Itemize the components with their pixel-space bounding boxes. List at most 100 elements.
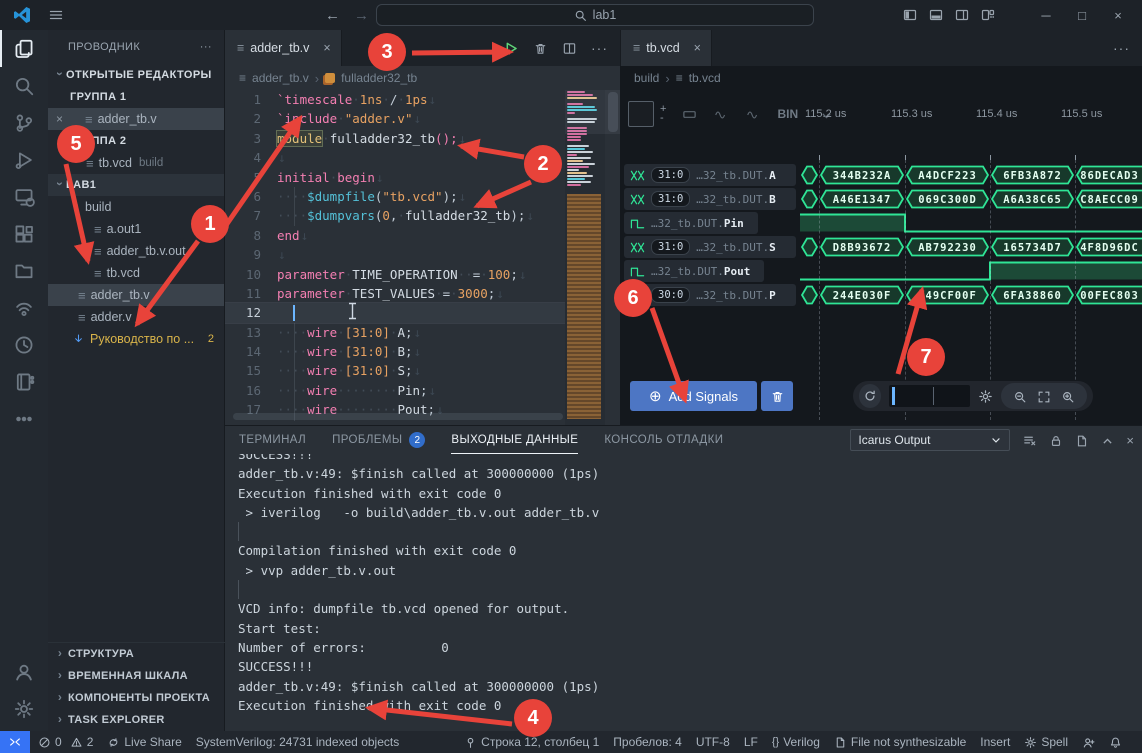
signal-row-pin[interactable]: …32_tb.DUT.Pin xyxy=(622,211,798,235)
status-encoding[interactable]: UTF-8 xyxy=(696,735,730,749)
maximize-button[interactable]: □ xyxy=(1068,8,1096,23)
tree-row--[interactable]: ›ОТКРЫТЫЕ РЕДАКТОРЫ xyxy=(48,64,224,86)
code-line-5[interactable]: 5initial·begin↓ xyxy=(225,168,565,187)
horizontal-scrollbar[interactable] xyxy=(233,413,563,420)
split-editor-icon[interactable] xyxy=(562,40,577,56)
activity-item-account[interactable] xyxy=(0,653,48,690)
status-problems[interactable]: 02 xyxy=(38,735,93,749)
minimap[interactable] xyxy=(565,90,605,425)
breadcrumb-symbol[interactable]: fulladder32_tb xyxy=(341,71,417,85)
toggle-panel-icon[interactable] xyxy=(928,7,944,24)
code-line-9[interactable]: 9↓ xyxy=(225,245,565,264)
clear-output-icon[interactable] xyxy=(1022,432,1037,448)
status-spell[interactable]: Spell xyxy=(1024,735,1068,749)
status-feedback[interactable] xyxy=(1082,735,1095,749)
wave-settings-gear-icon[interactable] xyxy=(978,388,993,404)
activity-item-run-debug[interactable] xyxy=(0,141,48,178)
tree-row-tb.vcd[interactable]: ≡tb.vcd xyxy=(48,262,224,284)
status-live-share[interactable]: Live Share xyxy=(107,735,181,749)
wave-lane-p[interactable]: 244E030F049CF00F6FA3886000FEC803 xyxy=(800,283,1142,307)
forward-arrow-icon[interactable]: → xyxy=(354,7,369,24)
tree-row-adder_tb.v.out[interactable]: ≡adder_tb.v.out xyxy=(48,240,224,262)
code-lines[interactable]: 1`timescale·1ns·/·1ps↓2`include·"adder.v… xyxy=(225,90,565,425)
code-line-15[interactable]: 15····wire·[31:0]·S;↓ xyxy=(225,361,565,380)
toggle-secondary-sidebar-icon[interactable] xyxy=(954,7,970,24)
activity-item-search[interactable] xyxy=(0,67,48,104)
sidebar-section-временная-шкала[interactable]: ›ВРЕМЕННАЯ ШКАЛА xyxy=(48,665,225,687)
tab-close-icon[interactable]: × xyxy=(323,41,330,55)
signal-row-b[interactable]: 31:0…32_tb.DUT.B xyxy=(622,187,798,211)
close-icon[interactable]: × xyxy=(56,112,63,126)
activity-item-gear[interactable] xyxy=(0,690,48,727)
code-line-14[interactable]: 14····wire·[31:0]·B;↓ xyxy=(225,342,565,361)
signal-row-s[interactable]: 31:0…32_tb.DUT.S xyxy=(622,235,798,259)
code-line-4[interactable]: 4↓ xyxy=(225,148,565,167)
status-indexer[interactable]: SystemVerilog: 24731 indexed objects xyxy=(196,735,399,749)
sidebar-section-компоненты-проекта[interactable]: ›КОМПОНЕНТЫ ПРОЕКТА xyxy=(48,687,225,709)
wave-lane-pin[interactable] xyxy=(800,211,1142,235)
signal-row-pout[interactable]: …32_tb.DUT.Pout xyxy=(622,259,798,283)
tab-tbvcd[interactable]: ≡ tb.vcd × xyxy=(621,30,712,66)
panel-tab-терминал[interactable]: ТЕРМИНАЛ xyxy=(239,426,306,454)
code-line-12[interactable]: 12 xyxy=(225,303,565,322)
editor-more-icon[interactable]: ··· xyxy=(591,40,608,56)
status-language[interactable]: {}Verilog xyxy=(772,735,820,749)
panel-tab-проблемы[interactable]: ПРОБЛЕМЫ2 xyxy=(332,426,425,454)
tree-row-lab1[interactable]: ›LAB1 xyxy=(48,174,224,196)
sidebar-section-task-explorer[interactable]: ›TASK EXPLORER xyxy=(48,709,225,731)
status-remote[interactable] xyxy=(0,731,30,753)
close-panel-icon[interactable]: × xyxy=(1126,433,1134,448)
tree-row--1[interactable]: ГРУППА 1 xyxy=(48,86,224,108)
open-in-editor-icon[interactable] xyxy=(1075,432,1089,448)
terminal-output[interactable]: SUCCESS!!!adder_tb.v:49: $finish called … xyxy=(238,454,1138,731)
activity-item-extensions[interactable] xyxy=(0,215,48,252)
viewport-minimap[interactable] xyxy=(889,385,970,407)
status-synthesis-status[interactable]: File not synthesizable xyxy=(834,735,966,749)
tree-row--...[interactable]: Руководство по ...2 xyxy=(48,328,224,350)
wave-lane-pout[interactable] xyxy=(800,259,1142,283)
output-channel-select[interactable]: Icarus Output xyxy=(850,429,1010,451)
breadcrumb-file[interactable]: tb.vcd xyxy=(689,71,721,85)
zoom-in-icon[interactable] xyxy=(1061,388,1075,404)
decrease-icon[interactable]: - xyxy=(660,114,666,123)
waveform-breadcrumb[interactable]: build › ≡ tb.vcd xyxy=(620,66,1142,90)
wave-lane-a[interactable]: 344B232AA4DCF2236FB3A87286DECAD3 xyxy=(800,163,1142,187)
linear-wave-icon[interactable] xyxy=(713,106,729,122)
tree-row-adder_tb.v[interactable]: ≡adder_tb.v xyxy=(48,284,224,306)
code-line-10[interactable]: 10parameter·TIME_OPERATION··=·100;↓ xyxy=(225,265,565,284)
breadcrumb-file[interactable]: adder_tb.v xyxy=(252,71,309,85)
breadcrumb[interactable]: ≡ adder_tb.v › fulladder32_tb xyxy=(225,66,620,90)
sidebar-more-icon[interactable]: ··· xyxy=(200,41,212,53)
code-line-11[interactable]: 11parameter·TEST_VALUES·=·3000;↓ xyxy=(225,284,565,303)
color-swatch[interactable] xyxy=(628,101,654,127)
activity-item-notebook[interactable] xyxy=(0,363,48,400)
value-format-select[interactable]: BIN xyxy=(777,107,798,121)
vertical-scrollbar[interactable] xyxy=(608,92,618,132)
bus-style-icon[interactable] xyxy=(682,106,697,122)
status-eol[interactable]: LF xyxy=(744,735,758,749)
code-line-2[interactable]: 2`include·"adder.v"↓ xyxy=(225,109,565,128)
activity-item-explorer[interactable] xyxy=(0,30,48,67)
activity-item-more[interactable] xyxy=(0,400,48,437)
toggle-sidebar-icon[interactable] xyxy=(902,7,918,24)
editor-more-icon[interactable]: ··· xyxy=(1113,40,1130,56)
add-signals-button[interactable]: ⊕ Add Signals xyxy=(630,381,757,411)
refresh-button[interactable] xyxy=(859,384,881,408)
zoom-out-icon[interactable] xyxy=(1013,388,1027,404)
code-line-8[interactable]: 8end↓ xyxy=(225,226,565,245)
activity-item-source-control[interactable] xyxy=(0,104,48,141)
breadcrumb-folder[interactable]: build xyxy=(634,71,659,85)
wave-lane-s[interactable]: D8B93672AB792230165734D74F8D96DC xyxy=(800,235,1142,259)
activity-item-folder[interactable] xyxy=(0,252,48,289)
activity-item-wave[interactable] xyxy=(0,289,48,326)
tree-row-adder.v[interactable]: ≡adder.v xyxy=(48,306,224,328)
stepped-wave-icon[interactable] xyxy=(745,106,761,122)
tab-adder-tb[interactable]: ≡ adder_tb.v × xyxy=(225,30,342,66)
tab-close-icon[interactable]: × xyxy=(694,41,701,55)
status-insert-mode[interactable]: Insert xyxy=(980,735,1010,749)
code-line-16[interactable]: 16····wire········Pin;↓ xyxy=(225,381,565,400)
close-button[interactable]: × xyxy=(1104,8,1132,23)
minimize-button[interactable]: ─ xyxy=(1032,8,1060,23)
remove-signals-button[interactable] xyxy=(761,381,793,411)
trash-icon[interactable] xyxy=(533,40,548,56)
